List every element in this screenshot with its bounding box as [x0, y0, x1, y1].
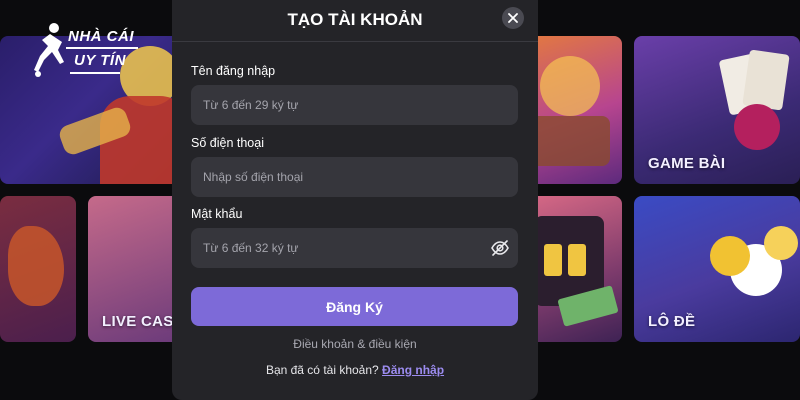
tile-label-live-casino: LIVE CASI [102, 313, 179, 330]
username-input[interactable] [191, 85, 518, 125]
tile-label-lo-de: LÔ ĐỀ [648, 313, 696, 330]
username-label: Tên đăng nhập [191, 64, 276, 78]
terms-link[interactable]: Điều khoản & điều kiện [172, 337, 538, 351]
logo-player-icon [34, 23, 64, 77]
slot-reel [568, 244, 586, 276]
register-submit-button[interactable]: Đăng Ký [191, 287, 518, 326]
spade-decoration [734, 104, 780, 150]
slot-reel [544, 244, 562, 276]
page-background: GAME BÀI LIVE CASI LÔ ĐỀ NHÀ CÁI UY TÍN [0, 0, 800, 400]
login-link[interactable]: Đăng nhập [382, 363, 444, 377]
logo-underline [70, 72, 120, 74]
ball-decoration [764, 226, 798, 260]
logo-divider [66, 47, 138, 49]
phone-label: Số điện thoại [191, 136, 264, 150]
rooster-decoration [8, 226, 64, 306]
close-button[interactable] [502, 7, 524, 29]
site-logo[interactable]: NHÀ CÁI UY TÍN [32, 20, 142, 82]
close-icon [508, 13, 518, 23]
tile-label-game-bai: GAME BÀI [648, 155, 726, 172]
eye-off-icon[interactable] [490, 238, 510, 258]
ball-decoration [710, 236, 750, 276]
ship-decoration [530, 116, 610, 166]
modal-title: TẠO TÀI KHOẢN [287, 10, 423, 29]
logo-text-line1: NHÀ CÁI [68, 28, 134, 45]
login-prompt-row: Bạn đã có tài khoản? Đăng nhập [172, 363, 538, 377]
card-decoration [742, 49, 790, 111]
password-label: Mật khẩu [191, 207, 243, 221]
tile-cockfight[interactable] [0, 196, 76, 342]
modal-header: TẠO TÀI KHOẢN [172, 0, 538, 42]
tile-game-bai[interactable]: GAME BÀI [634, 36, 800, 184]
tile-lo-de[interactable]: LÔ ĐỀ [634, 196, 800, 342]
logo-text-line2: UY TÍN [74, 52, 126, 69]
register-modal: TẠO TÀI KHOẢN Tên đăng nhập Số điện thoạ… [172, 0, 538, 400]
sun-decoration [540, 56, 600, 116]
password-input[interactable] [191, 228, 518, 268]
login-prompt-text: Bạn đã có tài khoản? [265, 363, 379, 377]
phone-input[interactable] [191, 157, 518, 197]
